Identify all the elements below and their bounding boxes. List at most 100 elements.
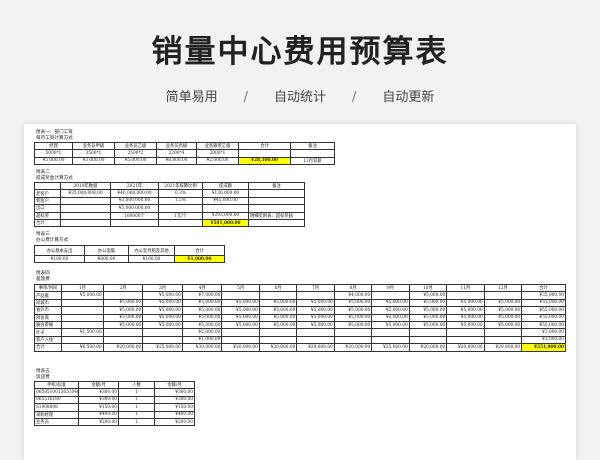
table-cell: ¥5,000.00 [258, 320, 298, 330]
table-cell: 2200*4 [156, 149, 197, 158]
table-cell [110, 218, 159, 228]
table-cell [296, 335, 335, 345]
table-cell [61, 298, 104, 308]
table-cell: 1元/个 [158, 211, 203, 220]
table-cell: ¥5,000.00 [102, 313, 144, 322]
table-cell: ¥5,000,000.00 [110, 204, 159, 213]
table-cell: ¥5,000.00 [333, 298, 373, 308]
row-label-cell: 拜访商 [33, 313, 63, 322]
table-cell: 新客户 [34, 196, 61, 206]
table-cell [446, 328, 485, 337]
table-cell: ¥100.00 [34, 254, 85, 264]
table-cell: ¥150.00 [154, 403, 195, 412]
table-cell: ¥20,000.00 [221, 343, 260, 352]
table-cell: ¥800.00 [84, 254, 129, 264]
table-cell: ¥300.00 [78, 388, 119, 397]
table-cell: ¥20,000.00 [333, 343, 373, 352]
table-cell [158, 218, 203, 228]
table-cell: ¥25,000.00 [142, 343, 183, 352]
table-cell: ¥5,000.00 [371, 298, 410, 308]
table-cell: ¥5,000.00 [142, 320, 183, 330]
table-header-cell: 1月 [61, 283, 104, 293]
table-cell: ¥200.00 [154, 417, 195, 427]
table-cell: ¥138,000.00 [202, 189, 249, 198]
table-cell: 老客户 [34, 189, 61, 198]
table-cell: 1 [118, 410, 155, 419]
table-cell: ¥4,000.00 [333, 291, 373, 300]
table-cell: ¥5,000.00 [221, 306, 260, 315]
table-cell: ¥5,000.00 [483, 320, 523, 330]
section-heading: 附表四 [36, 271, 50, 276]
table-header-cell: 事项/时间 [33, 283, 63, 293]
table-cell: ¥20,000.00 [408, 343, 448, 352]
table-cell [248, 189, 305, 198]
table-row: 经理 业务员甲级 业务员乙级 业务员丙级 业务跟单乙级 合计 备注 [34, 141, 335, 151]
table-row: ¥5,000.00 ¥3,000.00 ¥5,000.00 ¥8,800.00 … [34, 156, 335, 166]
table-cell: ¥2,000.00 [196, 156, 239, 166]
table-cell: ¥5,000.00 [258, 306, 298, 315]
table-row: 采购经理 ¥400.00 1 ¥400.00 [34, 410, 195, 419]
table-header-cell: 备注 [248, 181, 305, 191]
table-cell: 0.3% [158, 189, 203, 198]
table-cell: ¥1,000.00 [181, 335, 223, 345]
table-cell: ¥55,000.00 [521, 298, 566, 308]
table-cell: ¥5,000.00 [408, 306, 448, 315]
table-row: 81908008 ¥150.00 1 ¥150.00 [34, 403, 195, 412]
row-label-cell: 展会参展 [33, 320, 63, 330]
table-cell: ¥5,000.00 [371, 306, 410, 315]
table-row: 5000*1 3500*1 2500*2 2200*4 2000*1 [34, 149, 335, 158]
row-label-cell: 客户入住 [33, 335, 63, 345]
table-cell: ¥5,000.00 [408, 291, 448, 300]
table-row: 合计 ¥6,500.00 ¥20,000.00 ¥25,000.00 ¥30,000.0… [33, 343, 566, 352]
table-cell: ¥55,000.00 [521, 320, 566, 330]
table-cell: 超标奖 [34, 211, 61, 220]
table-cell: ¥45,000.00 [202, 196, 249, 206]
table-cell: ¥46,000,000.00 [110, 189, 159, 198]
table-cell [248, 196, 305, 206]
table-cell: ¥1,500.00 [61, 328, 104, 337]
table-row: 叶子 ¥1,500.00 ¥2,000.00 ¥3,000.00 [33, 328, 566, 337]
table-cell [158, 204, 203, 213]
table-cell [446, 335, 485, 345]
feature-label: 自动更新 [382, 90, 435, 105]
table-cell [61, 313, 104, 322]
section-subheading: 差旅费 [36, 277, 50, 282]
table-cell [296, 291, 335, 300]
table-cell: ¥5,000.00 [371, 313, 410, 322]
table-header-cell: 9月 [371, 283, 410, 293]
row-label-cell: 省外市 [33, 306, 63, 315]
table-cell: 2000*1 [196, 149, 239, 158]
table-cell [371, 291, 410, 300]
table-cell: ¥400.00 [154, 410, 195, 419]
table-cell: 采购经理 [34, 410, 79, 419]
table-cell: ¥5,000.00 [61, 291, 104, 300]
table-cell [290, 149, 335, 158]
table-header-cell: 5月 [221, 283, 260, 293]
table-header-cell: 办公基本支出 [34, 245, 85, 256]
total-cell: ¥28,300.00 [238, 156, 291, 166]
table-cell: ¥5,000.00 [142, 306, 183, 315]
table-header-cell: 10月 [408, 283, 448, 293]
table-row: 事项/时间 1月 2月 3月 4月 5月 6月 7月 8月 9月 10月 11月 12月 合计 [33, 283, 566, 293]
table-header-cell: 3月 [142, 283, 183, 293]
table-cell: ¥20,000.00 [446, 343, 485, 352]
table-header-cell: 手机/标准 [34, 380, 79, 390]
total-cell: ¥581,000.00 [202, 218, 249, 228]
table-cell: ¥5,000.00 [181, 313, 223, 322]
table-row: 办公基本支出 办公电脑 办公室月租及其他 合计 [34, 245, 225, 256]
section-subheading: 每月工资计算方式 [36, 136, 73, 141]
section-subheading: 提成奖金计算方式 [36, 176, 73, 181]
table-header-cell: 金额/月 [78, 380, 119, 390]
table-cell: ¥5,000.00 [258, 298, 298, 308]
table-cell: 1 [118, 395, 155, 405]
travel-table: 事项/时间 1月 2月 3月 4月 5月 6月 7月 8月 9月 10月 11月 12月 合计 产品推 ¥5,… [33, 283, 566, 352]
table-cell [408, 328, 448, 337]
table-cell: ¥5,000.00 [296, 313, 335, 322]
table-header-cell: 2月 [102, 283, 144, 293]
table-cell: ¥5,000.00 [333, 320, 373, 330]
table-cell: 100000个 [110, 211, 159, 220]
table-header-cell [34, 181, 61, 191]
table-cell [61, 320, 104, 330]
table-cell: ¥5,000.00 [408, 320, 448, 330]
table-row: 超标奖 100000个 1元/个 ¥293,000.00 明细见附表：超标奖励 [34, 211, 305, 220]
